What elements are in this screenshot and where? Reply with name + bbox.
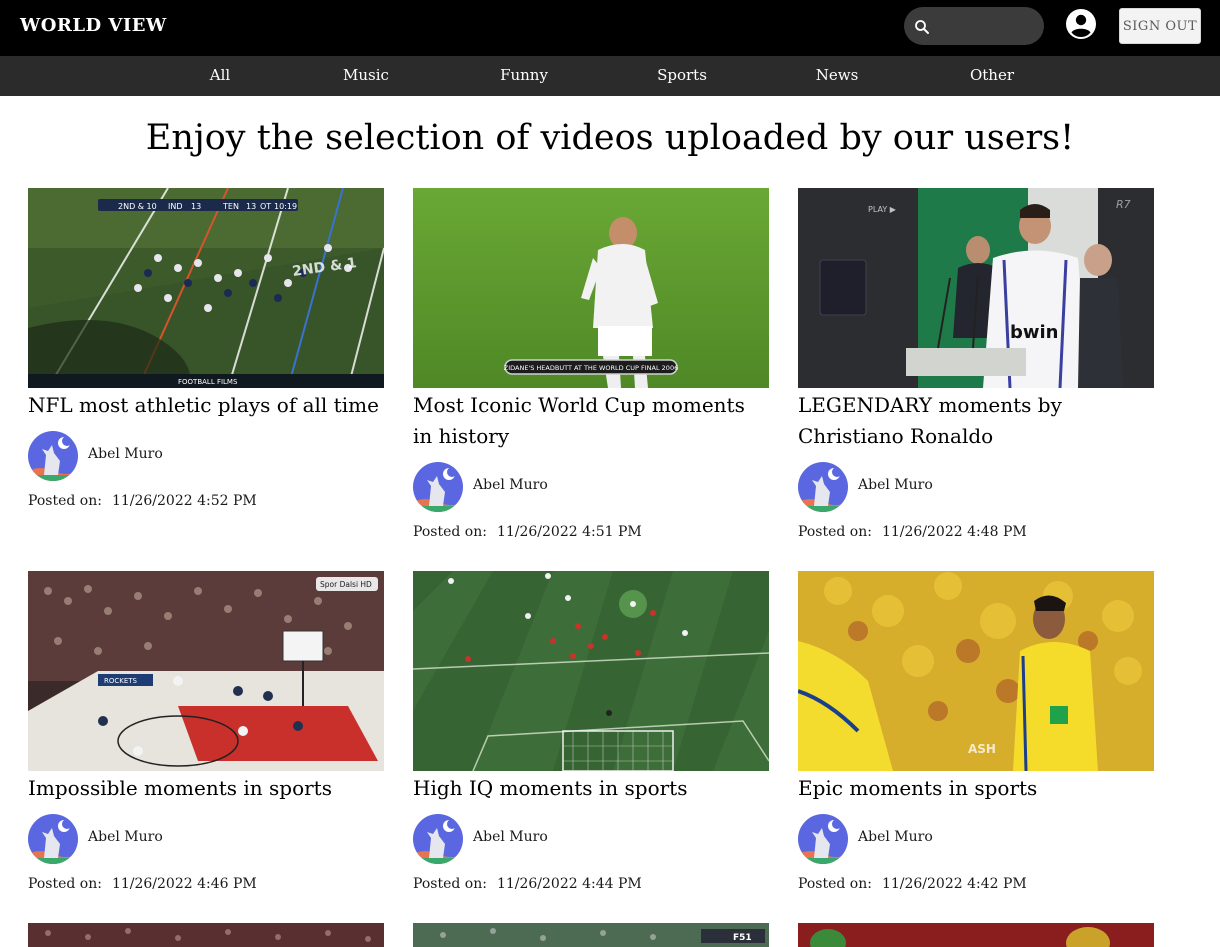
football-footer: FOOTBALL FILMS — [178, 378, 238, 386]
search-input[interactable] — [938, 15, 1034, 37]
avatar — [798, 462, 848, 512]
scorebug-score-b: 13 — [246, 202, 256, 211]
author-name[interactable]: Abel Muro — [858, 477, 933, 493]
sign-out-button[interactable]: SIGN OUT — [1119, 8, 1201, 44]
posted-label: Posted on: — [798, 524, 872, 540]
scorebug-down: 2ND & 10 — [118, 202, 157, 211]
posted-label: Posted on: — [28, 493, 102, 509]
video-thumbnail[interactable]: 2ND & 10 IND 13 TEN 13 OT 10:19 2ND & 1 … — [28, 188, 384, 388]
author-row: Abel Muro — [798, 462, 1154, 512]
video-title[interactable]: NFL most athletic plays of all time — [28, 390, 384, 421]
category-music[interactable]: Music — [343, 66, 389, 84]
posted-on: Posted on: 11/26/2022 4:42 PM — [798, 876, 1154, 892]
category-funny[interactable]: Funny — [500, 66, 548, 84]
author-row: Abel Muro — [28, 814, 384, 864]
posted-date: 11/26/2022 4:44 PM — [496, 876, 642, 892]
posted-on: Posted on: 11/26/2022 4:46 PM — [28, 876, 384, 892]
video-title[interactable]: Impossible moments in sports — [28, 773, 384, 804]
scorebug-period: OT — [260, 202, 271, 211]
author-name[interactable]: Abel Muro — [88, 829, 163, 845]
channel-badge: F51 — [733, 933, 752, 943]
posted-label: Posted on: — [798, 876, 872, 892]
video-thumbnail[interactable]: ROCKETS Spor Dalsi HD — [28, 571, 384, 771]
video-card[interactable]: bwin PLAY ▶ R7 LEGENDARY moments by Chri… — [798, 188, 1154, 540]
posted-date: 11/26/2022 4:42 PM — [881, 876, 1027, 892]
video-thumbnail[interactable]: ZIDANE'S HEADBUTT AT THE WORLD CUP FINAL… — [413, 188, 769, 388]
video-card[interactable]: High IQ moments in sports Abel Muro Post… — [413, 571, 769, 892]
avatar — [413, 814, 463, 864]
search-icon[interactable] — [913, 18, 931, 36]
search-box[interactable] — [904, 7, 1044, 45]
scorebug-team-a: IND — [168, 202, 183, 211]
video-title[interactable]: Most Iconic World Cup moments in history — [413, 390, 769, 452]
author-row: Abel Muro — [413, 814, 769, 864]
posted-date: 11/26/2022 4:52 PM — [111, 493, 257, 509]
jersey-sponsor: bwin — [1010, 322, 1059, 343]
posted-on: Posted on: 11/26/2022 4:48 PM — [798, 524, 1154, 540]
play-label: PLAY ▶ — [868, 205, 897, 214]
video-title[interactable]: High IQ moments in sports — [413, 773, 769, 804]
channel-logo: Spor Dalsi HD — [320, 580, 372, 589]
scorebug-clock: 10:19 — [274, 202, 297, 211]
video-title[interactable]: LEGENDARY moments by Christiano Ronaldo — [798, 390, 1154, 452]
author-name[interactable]: Abel Muro — [473, 829, 548, 845]
avatar — [28, 431, 78, 481]
scorebug-score-a: 13 — [191, 202, 201, 211]
author-name[interactable]: Abel Muro — [858, 829, 933, 845]
author-row: Abel Muro — [28, 431, 384, 481]
avatar — [798, 814, 848, 864]
team-banner: ROCKETS — [104, 677, 138, 685]
r7-logo: R7 — [1116, 198, 1131, 211]
posted-date: 11/26/2022 4:46 PM — [111, 876, 257, 892]
top-bar: WORLD VIEW SIGN OUT — [0, 0, 1220, 56]
video-card[interactable]: ASH Epic moments in sports Abel Muro Pos… — [798, 571, 1154, 892]
broadcaster-mark: ASH — [968, 742, 996, 756]
video-thumbnail[interactable]: ASH — [798, 571, 1154, 771]
posted-date: 11/26/2022 4:51 PM — [496, 524, 642, 540]
author-name[interactable]: Abel Muro — [88, 446, 163, 462]
video-card[interactable]: F51 — [413, 923, 769, 947]
posted-on: Posted on: 11/26/2022 4:44 PM — [413, 876, 769, 892]
category-other[interactable]: Other — [970, 66, 1014, 84]
category-all[interactable]: All — [210, 66, 230, 84]
avatar — [28, 814, 78, 864]
posted-label: Posted on: — [28, 876, 102, 892]
author-row: Abel Muro — [798, 814, 1154, 864]
posted-on: Posted on: 11/26/2022 4:52 PM — [28, 493, 384, 509]
video-card[interactable] — [798, 923, 1154, 947]
posted-date: 11/26/2022 4:48 PM — [881, 524, 1027, 540]
zidane-caption: ZIDANE'S HEADBUTT AT THE WORLD CUP FINAL… — [504, 364, 678, 372]
video-card[interactable]: ROCKETS Spor Dalsi HD Impossible moments… — [28, 571, 384, 892]
site-logo[interactable]: WORLD VIEW — [20, 15, 167, 36]
author-row: Abel Muro — [413, 462, 769, 512]
video-card[interactable]: ZIDANE'S HEADBUTT AT THE WORLD CUP FINAL… — [413, 188, 769, 540]
account-circle-icon[interactable] — [1065, 8, 1097, 40]
posted-label: Posted on: — [413, 524, 487, 540]
scorebug-team-b: TEN — [222, 202, 239, 211]
video-thumbnail[interactable] — [413, 571, 769, 771]
category-nav: All Music Funny Sports News Other — [0, 56, 1220, 96]
category-news[interactable]: News — [816, 66, 859, 84]
page-title: Enjoy the selection of videos uploaded b… — [145, 118, 1075, 158]
video-card[interactable]: 2ND & 10 IND 13 TEN 13 OT 10:19 2ND & 1 … — [28, 188, 384, 509]
posted-on: Posted on: 11/26/2022 4:51 PM — [413, 524, 769, 540]
avatar — [413, 462, 463, 512]
posted-label: Posted on: — [413, 876, 487, 892]
video-thumbnail[interactable] — [798, 923, 1154, 947]
category-sports[interactable]: Sports — [657, 66, 707, 84]
video-card[interactable] — [28, 923, 384, 947]
video-thumbnail[interactable]: bwin PLAY ▶ R7 — [798, 188, 1154, 388]
author-name[interactable]: Abel Muro — [473, 477, 548, 493]
video-title[interactable]: Epic moments in sports — [798, 773, 1154, 804]
video-thumbnail[interactable]: F51 — [413, 923, 769, 947]
video-thumbnail[interactable] — [28, 923, 384, 947]
